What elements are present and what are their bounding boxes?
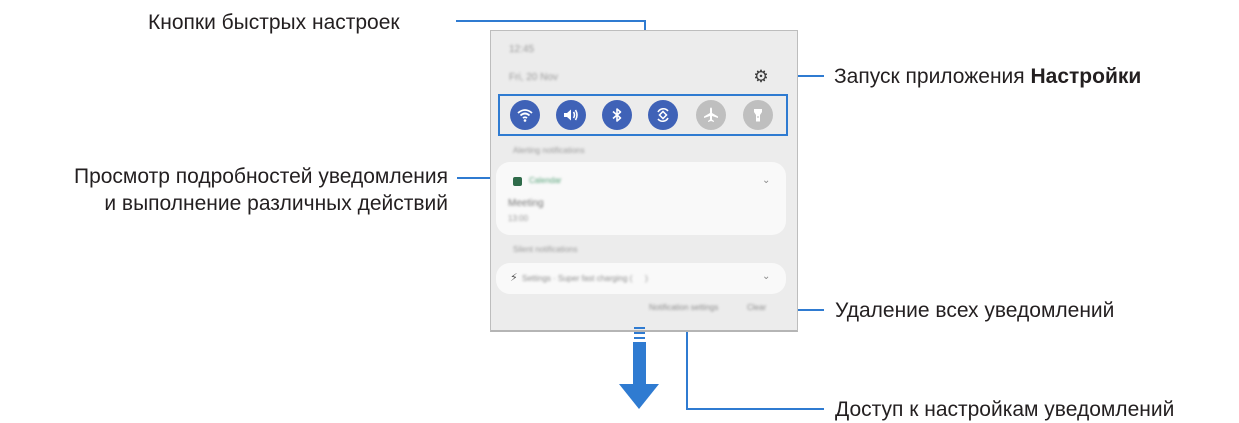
silent-notification-card[interactable]: ⚡ Settings · Super fast charging ( ) ⌄ [496, 263, 786, 294]
sound-icon[interactable] [556, 100, 586, 130]
leader-notification-settings-h [686, 408, 824, 410]
leader-quick-settings-h [456, 20, 646, 22]
auto-rotate-icon[interactable] [648, 100, 678, 130]
callout-launch-settings-prefix: Запуск приложения [834, 65, 1031, 88]
silent-notification-text: Settings · Super fast charging ( ) [522, 274, 648, 283]
clock-time: 12:45 [509, 44, 535, 55]
clock-date: Fri, 20 Nov [509, 72, 558, 83]
chevron-down-icon[interactable]: ⌄ [762, 272, 770, 282]
wifi-icon[interactable] [510, 100, 540, 130]
notification-settings-button[interactable]: Notification settings [649, 303, 718, 312]
callout-view-details: Просмотр подробностей уведомления и выпо… [8, 163, 448, 217]
notification-card[interactable]: Calendar ⌄ Meeting 13:00 [496, 162, 786, 235]
arrow-down-icon [619, 384, 659, 409]
chevron-down-icon[interactable]: ⌄ [762, 176, 770, 186]
alerting-section-label: Alerting notifications [513, 146, 585, 155]
callout-view-details-line2: и выполнение различных действий [104, 192, 448, 215]
gear-icon[interactable]: ⚙ [752, 68, 770, 86]
callout-notification-settings: Доступ к настройкам уведомлений [835, 398, 1175, 421]
notification-time: 13:00 [508, 214, 529, 223]
bluetooth-icon[interactable] [602, 100, 632, 130]
silent-section-label: Silent notifications [513, 245, 578, 254]
quick-settings-row [498, 94, 788, 136]
callout-view-details-line1: Просмотр подробностей уведомления [73, 165, 448, 188]
clear-button[interactable]: Clear [747, 303, 766, 312]
notification-app-name: Calendar [529, 176, 562, 185]
flashlight-icon[interactable] [743, 100, 773, 130]
notification-panel: 12:45 Fri, 20 Nov ⚙ Alerting notificatio… [490, 30, 798, 332]
swipe-arrow-body [633, 342, 646, 386]
airplane-icon[interactable] [696, 100, 726, 130]
lightning-icon: ⚡ [510, 272, 518, 284]
callout-launch-settings: Запуск приложения Настройки [834, 63, 1141, 90]
callout-clear-all: Удаление всех уведомлений [835, 299, 1115, 322]
callout-quick-settings-buttons: Кнопки быстрых настроек [148, 11, 400, 34]
callout-launch-settings-app: Настройки [1030, 65, 1142, 88]
notification-title: Meeting [508, 198, 544, 209]
calendar-icon [513, 177, 522, 186]
